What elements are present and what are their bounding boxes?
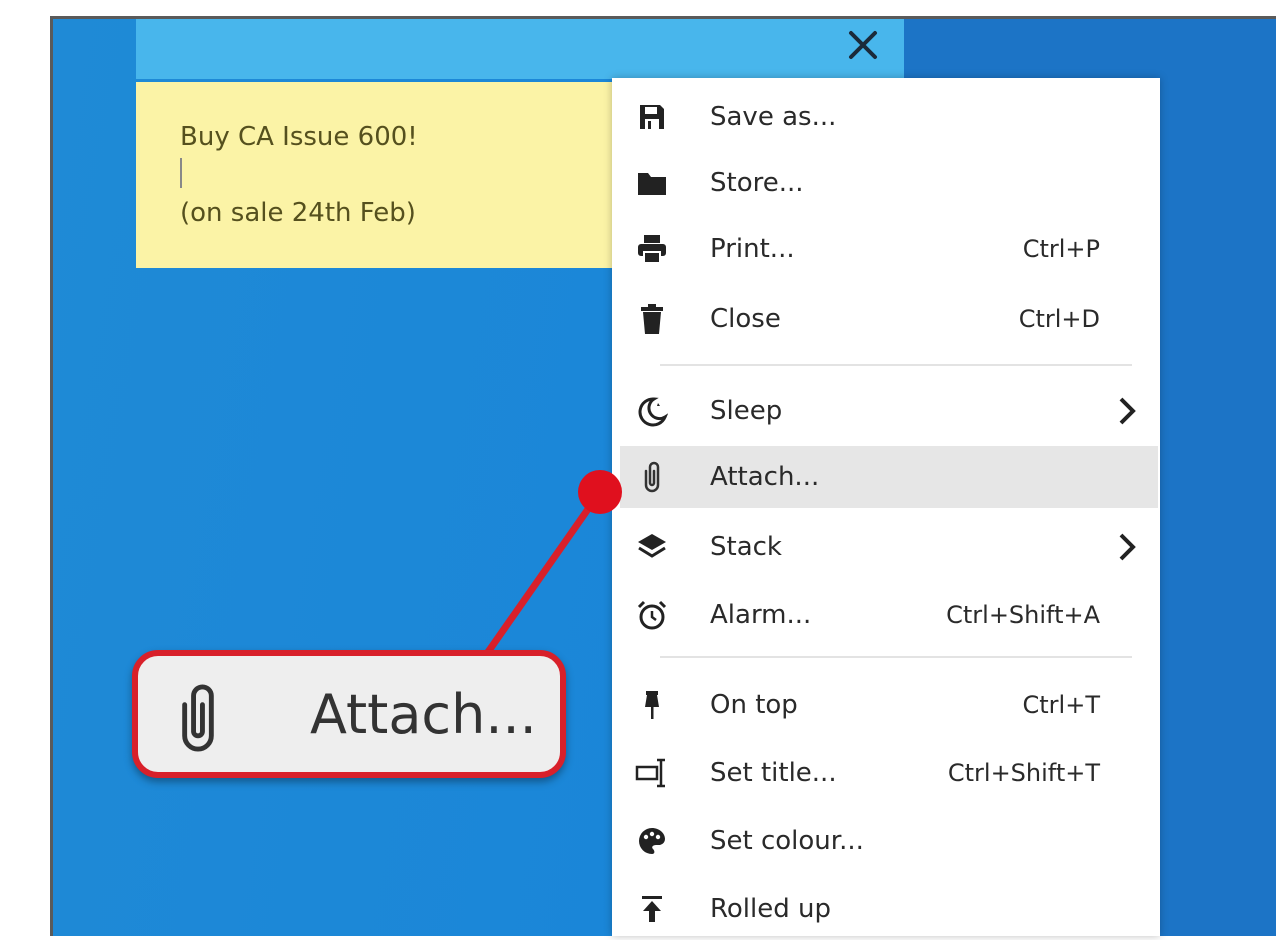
menu-item-rolled-up[interactable]: Rolled up: [612, 878, 1160, 940]
menu-item-label: Rolled up: [710, 894, 831, 924]
alarm-clock-icon: [634, 597, 670, 633]
note-titlebar[interactable]: [136, 19, 904, 79]
menu-item-label: Save as...: [710, 102, 837, 132]
menu-item-sleep[interactable]: Sleep: [612, 380, 1160, 442]
paperclip-icon: [634, 459, 670, 495]
menu-item-shortcut: Ctrl+P: [1022, 235, 1100, 263]
menu-item-label: Store...: [710, 168, 804, 198]
pin-icon: [634, 687, 670, 723]
menu-item-store[interactable]: Store...: [612, 152, 1160, 214]
save-icon: [634, 99, 670, 135]
menu-separator: [660, 656, 1132, 658]
attach-callout: Attach...: [132, 650, 566, 778]
menu-item-alarm[interactable]: Alarm... Ctrl+Shift+A: [612, 584, 1160, 646]
menu-item-label: Attach...: [710, 462, 820, 492]
menu-item-label: Close: [710, 304, 781, 334]
folder-icon: [634, 165, 670, 201]
note-text[interactable]: Buy CA Issue 600! (on sale 24th Feb): [180, 118, 418, 232]
moon-icon: [634, 393, 670, 429]
menu-item-shortcut: Ctrl+Shift+T: [947, 759, 1100, 787]
menu-item-label: Stack: [710, 532, 782, 562]
menu-item-on-top[interactable]: On top Ctrl+T: [612, 674, 1160, 736]
paperclip-icon: [168, 678, 228, 758]
menu-separator: [660, 364, 1132, 366]
note-line-2: (on sale 24th Feb): [180, 198, 416, 228]
chevron-right-icon: [1112, 527, 1142, 567]
menu-item-label: Sleep: [710, 396, 783, 426]
menu-item-print[interactable]: Print... Ctrl+P: [612, 218, 1160, 280]
menu-item-shortcut: Ctrl+D: [1018, 305, 1100, 333]
callout-label: Attach...: [310, 683, 537, 746]
menu-item-set-title[interactable]: Set title... Ctrl+Shift+T: [612, 742, 1160, 804]
menu-item-save-as[interactable]: Save as...: [612, 86, 1160, 148]
title-icon: [634, 755, 670, 791]
menu-item-label: Print...: [710, 234, 795, 264]
roll-up-icon: [634, 891, 670, 927]
text-caret: [180, 158, 182, 188]
menu-item-shortcut: Ctrl+T: [1022, 691, 1100, 719]
menu-item-close[interactable]: Close Ctrl+D: [612, 288, 1160, 350]
menu-item-set-colour[interactable]: Set colour...: [612, 810, 1160, 872]
trash-icon: [634, 301, 670, 337]
chevron-right-icon: [1112, 391, 1142, 431]
close-icon[interactable]: [838, 22, 888, 68]
printer-icon: [634, 231, 670, 267]
note-line-1: Buy CA Issue 600!: [180, 122, 418, 152]
palette-icon: [634, 823, 670, 859]
menu-item-label: Set title...: [710, 758, 837, 788]
menu-item-attach[interactable]: Attach...: [620, 446, 1158, 508]
menu-item-label: Set colour...: [710, 826, 864, 856]
menu-item-label: Alarm...: [710, 600, 812, 630]
menu-item-stack[interactable]: Stack: [612, 516, 1160, 578]
context-menu: Save as... Store... Print... Ctrl+P Clos…: [612, 78, 1160, 936]
layers-icon: [634, 529, 670, 565]
menu-item-label: On top: [710, 690, 798, 720]
menu-item-shortcut: Ctrl+Shift+A: [946, 601, 1100, 629]
